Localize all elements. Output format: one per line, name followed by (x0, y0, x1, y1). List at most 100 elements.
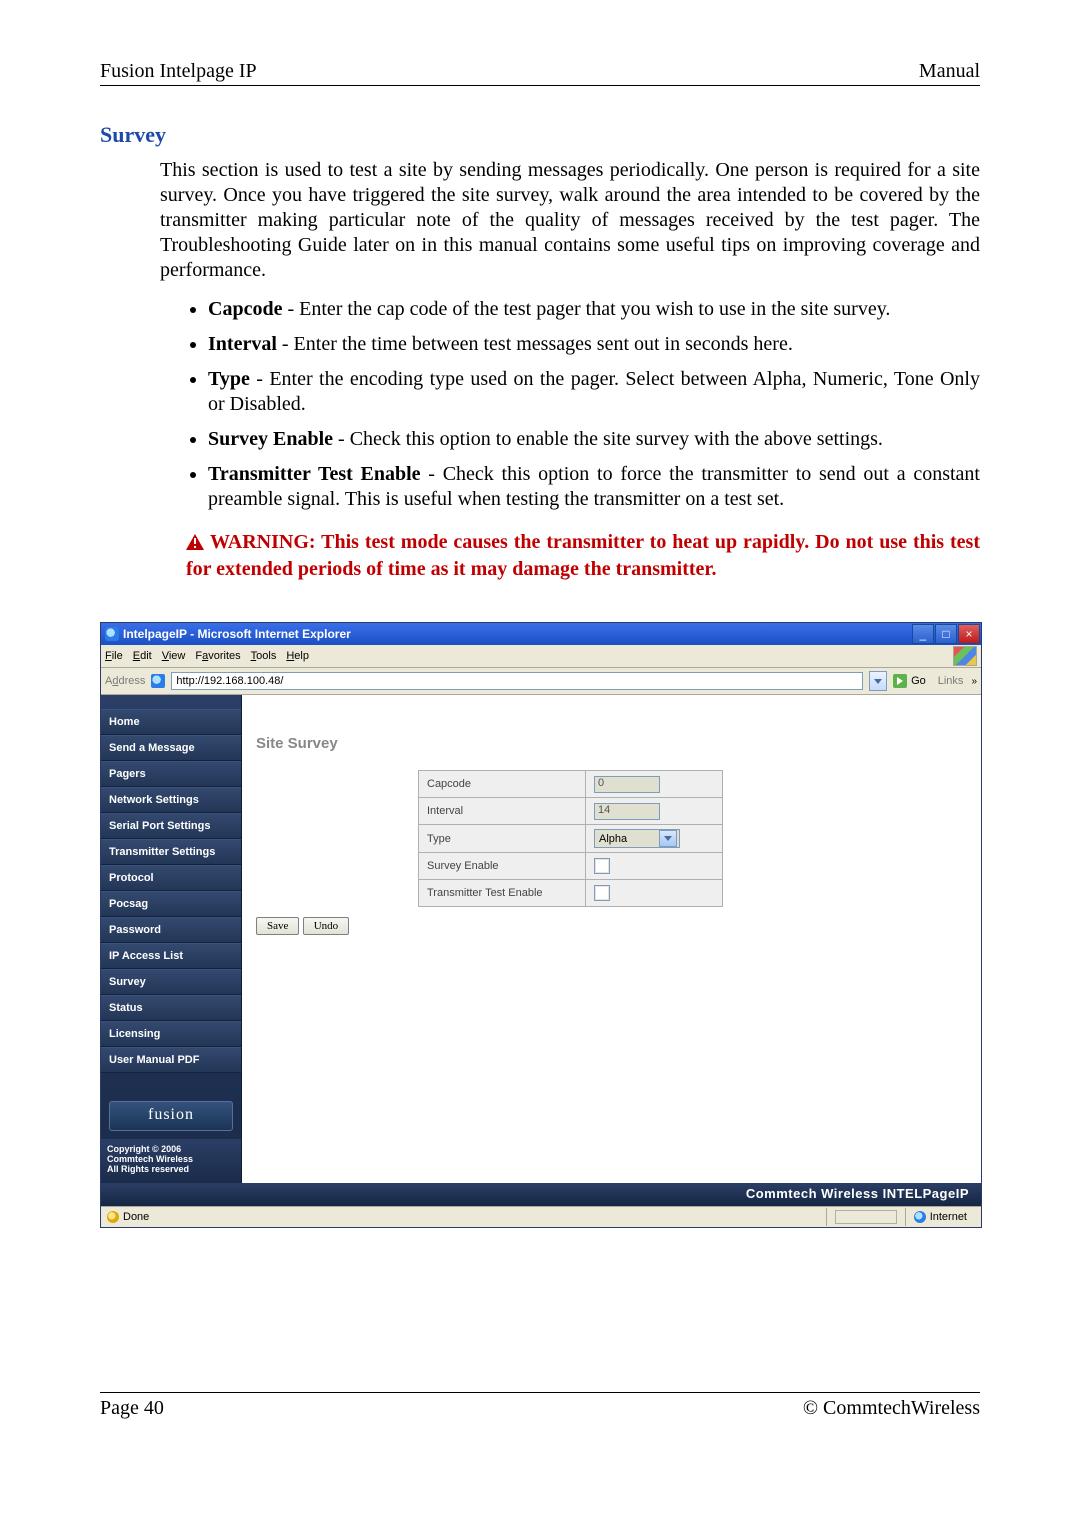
undo-button[interactable]: Undo (303, 917, 349, 935)
tx-test-checkbox[interactable] (594, 885, 610, 901)
chevron-down-icon (659, 830, 677, 847)
sidebar-item-status[interactable]: Status (101, 995, 241, 1021)
bullet-item: Interval - Enter the time between test m… (208, 332, 980, 357)
type-select[interactable]: Alpha (594, 829, 680, 848)
sidebar-item-survey[interactable]: Survey (101, 969, 241, 995)
content-area: Home Send a Message Pagers Network Setti… (101, 695, 981, 1183)
bullet-item: Survey Enable - Check this option to ena… (208, 427, 980, 452)
bullet-term: Transmitter Test Enable (208, 463, 421, 485)
window-buttons: _ □ × (912, 623, 981, 645)
menu-view[interactable]: View (162, 650, 186, 662)
capcode-input[interactable]: 0 (594, 776, 660, 793)
label-survey-enable: Survey Enable (419, 853, 586, 880)
label-capcode: Capcode (419, 771, 586, 798)
browser-window: IntelpageIP - Microsoft Internet Explore… (100, 622, 982, 1228)
interval-input[interactable]: 14 (594, 803, 660, 820)
windows-logo-icon (953, 646, 977, 666)
go-label: Go (911, 675, 926, 687)
sidebar-item-licensing[interactable]: Licensing (101, 1021, 241, 1047)
sidebar-item-pagers[interactable]: Pagers (101, 761, 241, 787)
minimize-button[interactable]: _ (912, 624, 934, 644)
address-bar: Address http://192.168.100.48/ Go Links … (101, 668, 981, 695)
sidebar-item-protocol[interactable]: Protocol (101, 865, 241, 891)
row-survey-enable: Survey Enable (419, 853, 723, 880)
status-bar: Done Internet (101, 1206, 981, 1227)
zone-text: Internet (930, 1211, 967, 1223)
warning-icon (186, 532, 204, 557)
row-tx-test-enable: Transmitter Test Enable (419, 880, 723, 907)
survey-enable-checkbox[interactable] (594, 858, 610, 874)
bullet-term: Interval (208, 333, 277, 355)
sidebar: Home Send a Message Pagers Network Setti… (101, 695, 241, 1183)
menu-file[interactable]: File (105, 650, 123, 662)
titlebar: IntelpageIP - Microsoft Internet Explore… (101, 623, 981, 645)
links-chevron-icon: » (971, 676, 977, 687)
label-type: Type (419, 825, 586, 853)
bullet-term: Type (208, 368, 250, 390)
section-heading: Survey (100, 122, 980, 148)
bullet-item: Type - Enter the encoding type used on t… (208, 367, 980, 417)
menu-tools[interactable]: Tools (251, 650, 277, 662)
sidebar-item-password[interactable]: Password (101, 917, 241, 943)
bullet-item: Transmitter Test Enable - Check this opt… (208, 462, 980, 512)
window-title: IntelpageIP - Microsoft Internet Explore… (123, 627, 351, 641)
sidebar-item-send-message[interactable]: Send a Message (101, 735, 241, 761)
close-button[interactable]: × (958, 624, 980, 644)
bullet-term: Capcode (208, 298, 282, 320)
type-value: Alpha (599, 833, 627, 845)
bullet-desc: - Enter the time between test messages s… (277, 333, 793, 355)
row-type: Type Alpha (419, 825, 723, 853)
menu-edit[interactable]: Edit (133, 650, 152, 662)
footer-company-pre: © Commtech (803, 1397, 911, 1419)
go-arrow-icon (893, 674, 907, 688)
maximize-button[interactable]: □ (935, 624, 957, 644)
internet-zone-icon (914, 1211, 926, 1223)
label-tx-test: Transmitter Test Enable (419, 880, 586, 907)
warning-text: WARNING: This test mode causes the trans… (186, 530, 980, 582)
bullet-term: Survey Enable (208, 428, 333, 450)
row-capcode: Capcode 0 (419, 771, 723, 798)
page-icon (151, 674, 165, 688)
menu-favorites[interactable]: Favorites (195, 650, 240, 662)
footer-company-suf: Wireless (911, 1397, 980, 1419)
sidebar-item-ip-access-list[interactable]: IP Access List (101, 943, 241, 969)
button-row: Save Undo (256, 917, 981, 935)
sidebar-item-network-settings[interactable]: Network Settings (101, 787, 241, 813)
bullet-desc: - Check this option to enable the site s… (333, 428, 883, 450)
row-interval: Interval 14 (419, 798, 723, 825)
intro-paragraph: This section is used to test a site by s… (160, 158, 980, 283)
menu-bar: File Edit View Favorites Tools Help (101, 645, 981, 668)
section-body: This section is used to test a site by s… (160, 158, 980, 582)
links-label[interactable]: Links (938, 675, 964, 687)
bullet-desc: - Enter the cap code of the test pager t… (282, 298, 890, 320)
warning-body: WARNING: This test mode causes the trans… (186, 531, 980, 580)
sidebar-item-serial-port-settings[interactable]: Serial Port Settings (101, 813, 241, 839)
sidebar-item-user-manual-pdf[interactable]: User Manual PDF (101, 1047, 241, 1073)
url-input[interactable]: http://192.168.100.48/ (171, 672, 863, 690)
page-number: Page 40 (100, 1397, 164, 1420)
save-button[interactable]: Save (256, 917, 299, 935)
bullet-list: Capcode - Enter the cap code of the test… (186, 297, 980, 512)
bullet-desc: - Enter the encoding type used on the pa… (208, 368, 980, 415)
address-label: Address (105, 675, 145, 687)
copyright-text: Copyright © 2006 Commtech Wireless All R… (101, 1139, 241, 1183)
fusion-logo: fusion (109, 1101, 233, 1131)
sidebar-item-transmitter-settings[interactable]: Transmitter Settings (101, 839, 241, 865)
ie-icon (105, 627, 119, 641)
page-footer: Page 40 © CommtechWireless (100, 1392, 980, 1420)
bullet-item: Capcode - Enter the cap code of the test… (208, 297, 980, 322)
settings-form: Capcode 0 Interval 14 Type Alpha (418, 770, 723, 907)
page-title: Site Survey (256, 735, 981, 752)
header-left: Fusion Intelpage IP (100, 60, 257, 83)
sidebar-item-home[interactable]: Home (101, 709, 241, 735)
footer-company: © CommtechWireless (803, 1397, 980, 1420)
label-interval: Interval (419, 798, 586, 825)
menu-help[interactable]: Help (286, 650, 309, 662)
url-dropdown-button[interactable] (869, 671, 887, 691)
sidebar-item-pocsag[interactable]: Pocsag (101, 891, 241, 917)
go-button[interactable]: Go (893, 672, 926, 690)
status-done-text: Done (123, 1211, 149, 1223)
progress-meter (835, 1210, 897, 1224)
document-page: Fusion Intelpage IP Manual Survey This s… (0, 0, 1080, 1460)
header-right: Manual (919, 60, 980, 83)
